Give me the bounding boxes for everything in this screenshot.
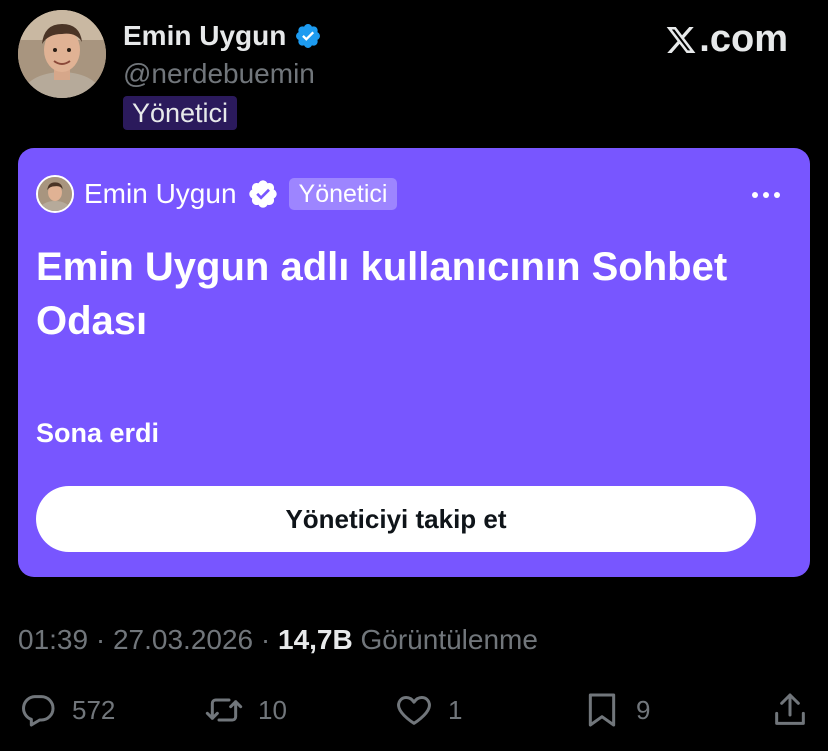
author-avatar[interactable] <box>18 10 106 98</box>
tweet-date[interactable]: 27.03.2026 <box>113 624 253 655</box>
like-button[interactable]: 1 <box>394 684 462 736</box>
reply-count: 572 <box>72 694 116 725</box>
views-label: Görüntülenme <box>360 624 538 655</box>
bookmark-icon <box>588 693 616 727</box>
author-name-text[interactable]: Emin Uygun <box>123 20 286 52</box>
author-role-badge: Yönetici <box>123 96 238 130</box>
repost-button[interactable]: 10 <box>204 684 287 736</box>
verified-badge-icon <box>296 24 321 48</box>
author-handle[interactable]: @nerdebuemin <box>123 58 315 90</box>
brand-domain: .com <box>699 18 788 60</box>
reply-button[interactable]: 572 <box>18 684 115 736</box>
bookmark-count: 9 <box>636 694 651 725</box>
tweet-time[interactable]: 01:39 <box>18 624 88 655</box>
host-avatar <box>36 175 74 213</box>
host-role-badge: Yönetici <box>288 178 398 210</box>
more-options-icon[interactable] <box>752 192 780 200</box>
repost-count: 10 <box>258 694 287 725</box>
meta-space <box>353 624 361 655</box>
host-name: Emin Uygun <box>84 178 237 209</box>
host-verified-icon <box>248 180 277 208</box>
meta-separator: · <box>253 624 278 655</box>
share-button[interactable] <box>770 684 810 736</box>
views-count: 14,7B <box>278 624 353 655</box>
card-host-row: Emin Uygun Yönetici <box>36 175 398 213</box>
tweet-meta: 01:39 · 27.03.2026 · 14,7B Görüntülenme <box>18 624 538 656</box>
follow-host-button[interactable]: Yöneticiyi takip et <box>36 486 756 552</box>
repost-icon <box>205 698 243 722</box>
like-heart-icon <box>397 696 431 725</box>
x-logo-icon <box>666 26 696 53</box>
brand-watermark: .com <box>665 18 788 61</box>
meta-separator: · <box>88 624 113 655</box>
action-bar: 572 10 1 9 <box>0 684 828 736</box>
like-count: 1 <box>448 694 463 725</box>
more-dot <box>774 192 780 198</box>
bookmark-button[interactable]: 9 <box>582 684 650 736</box>
author-name[interactable]: Emin Uygun <box>123 20 322 52</box>
reply-icon <box>22 695 55 727</box>
share-icon <box>775 693 805 725</box>
chat-room-card[interactable]: Emin Uygun Yönetici Emin Uygun adlı kull… <box>18 148 810 577</box>
more-dot <box>763 192 769 198</box>
chat-room-status: Sona erdi <box>36 418 160 448</box>
more-dot <box>752 192 758 198</box>
chat-room-title: Emin Uygun adlı kullanıcının Sohbet Odas… <box>36 245 728 343</box>
